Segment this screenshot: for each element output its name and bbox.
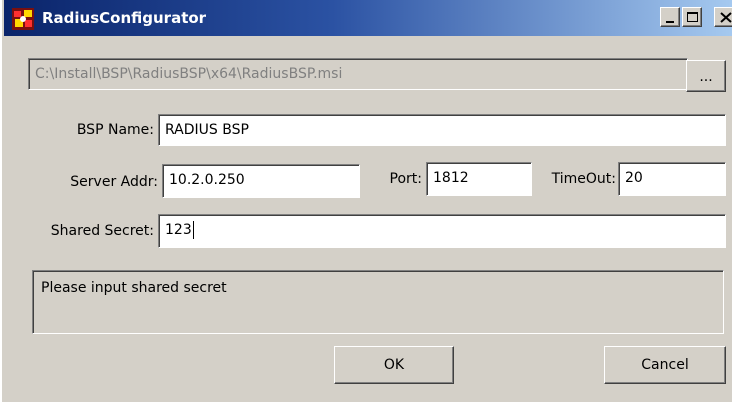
shared-secret-label: Shared Secret: [50,223,154,239]
port-input[interactable]: 1812 [426,162,532,196]
ok-button[interactable]: OK [334,346,454,384]
status-message: Please input shared secret [41,280,227,296]
server-addr-input[interactable]: 10.2.0.250 [162,164,360,198]
browse-button[interactable]: ... [686,60,726,92]
installer-path-field[interactable]: C:\Install\BSP\RadiusBSP\x64\RadiusBSP.m… [28,58,688,90]
maximize-button[interactable] [682,7,702,27]
radius-app-icon [12,8,34,30]
port-label: Port: [389,171,422,187]
minimize-icon [666,21,674,23]
shared-secret-input[interactable]: 123 [158,214,726,248]
shared-secret-value: 123 [165,222,192,238]
minimize-button[interactable] [660,7,680,27]
maximize-icon [687,12,698,22]
radius-configurator-window: RadiusConfigurator C:\Install\BSP\Radius… [0,0,732,402]
close-button[interactable] [714,7,732,27]
bsp-name-label: BSP Name: [76,122,154,138]
text-caret [192,221,194,239]
status-message-box: Please input shared secret [32,270,724,334]
timeout-label: TimeOut: [551,171,616,187]
timeout-input[interactable]: 20 [618,162,726,196]
cancel-button[interactable]: Cancel [604,346,726,384]
bsp-name-input[interactable]: RADIUS BSP [158,114,726,146]
close-icon [720,12,732,23]
window-title: RadiusConfigurator [42,9,207,27]
title-bar[interactable]: RadiusConfigurator [4,0,732,36]
server-addr-label: Server Addr: [70,174,158,190]
